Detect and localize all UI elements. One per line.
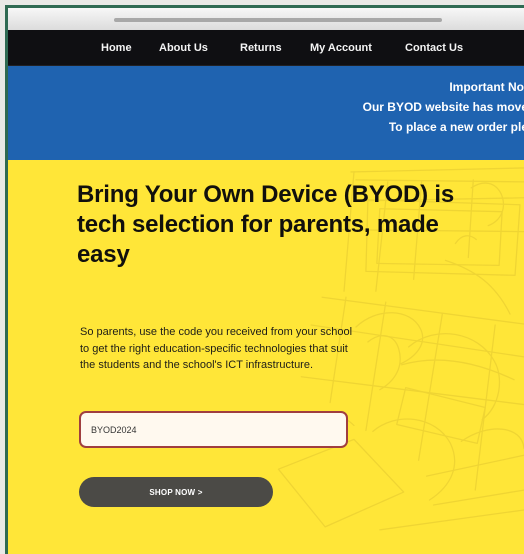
nav-contact-us-link[interactable]: Contact Us: [405, 42, 463, 54]
browser-top-shadow: [114, 18, 442, 22]
notice-line-one: Our BYOD website has move: [362, 100, 524, 114]
byod-hero: Bring Your Own Device (BYOD) is tech sel…: [8, 160, 524, 554]
nav-about-us-link[interactable]: About Us: [159, 42, 208, 54]
hero-headline: Bring Your Own Device (BYOD) is tech sel…: [77, 181, 454, 268]
browser-top-strip: [8, 8, 524, 30]
nav-home-link[interactable]: Home: [101, 42, 132, 54]
nav-returns-link[interactable]: Returns: [240, 42, 282, 54]
top-navigation: Home About Us Returns My Account Contact…: [8, 30, 524, 66]
browser-viewport: Home About Us Returns My Account Contact…: [5, 5, 524, 554]
hero-description: So parents, use the code you received fr…: [80, 326, 353, 371]
notice-title: Important Not: [449, 80, 524, 94]
shop-now-button[interactable]: SHOP NOW >: [79, 477, 273, 507]
notice-line-two: To place a new order ple: [388, 120, 524, 134]
school-code-input[interactable]: [79, 411, 348, 448]
nav-my-account-link[interactable]: My Account: [310, 42, 372, 54]
important-notice-banner: Important Not Our BYOD website has move …: [8, 66, 524, 160]
